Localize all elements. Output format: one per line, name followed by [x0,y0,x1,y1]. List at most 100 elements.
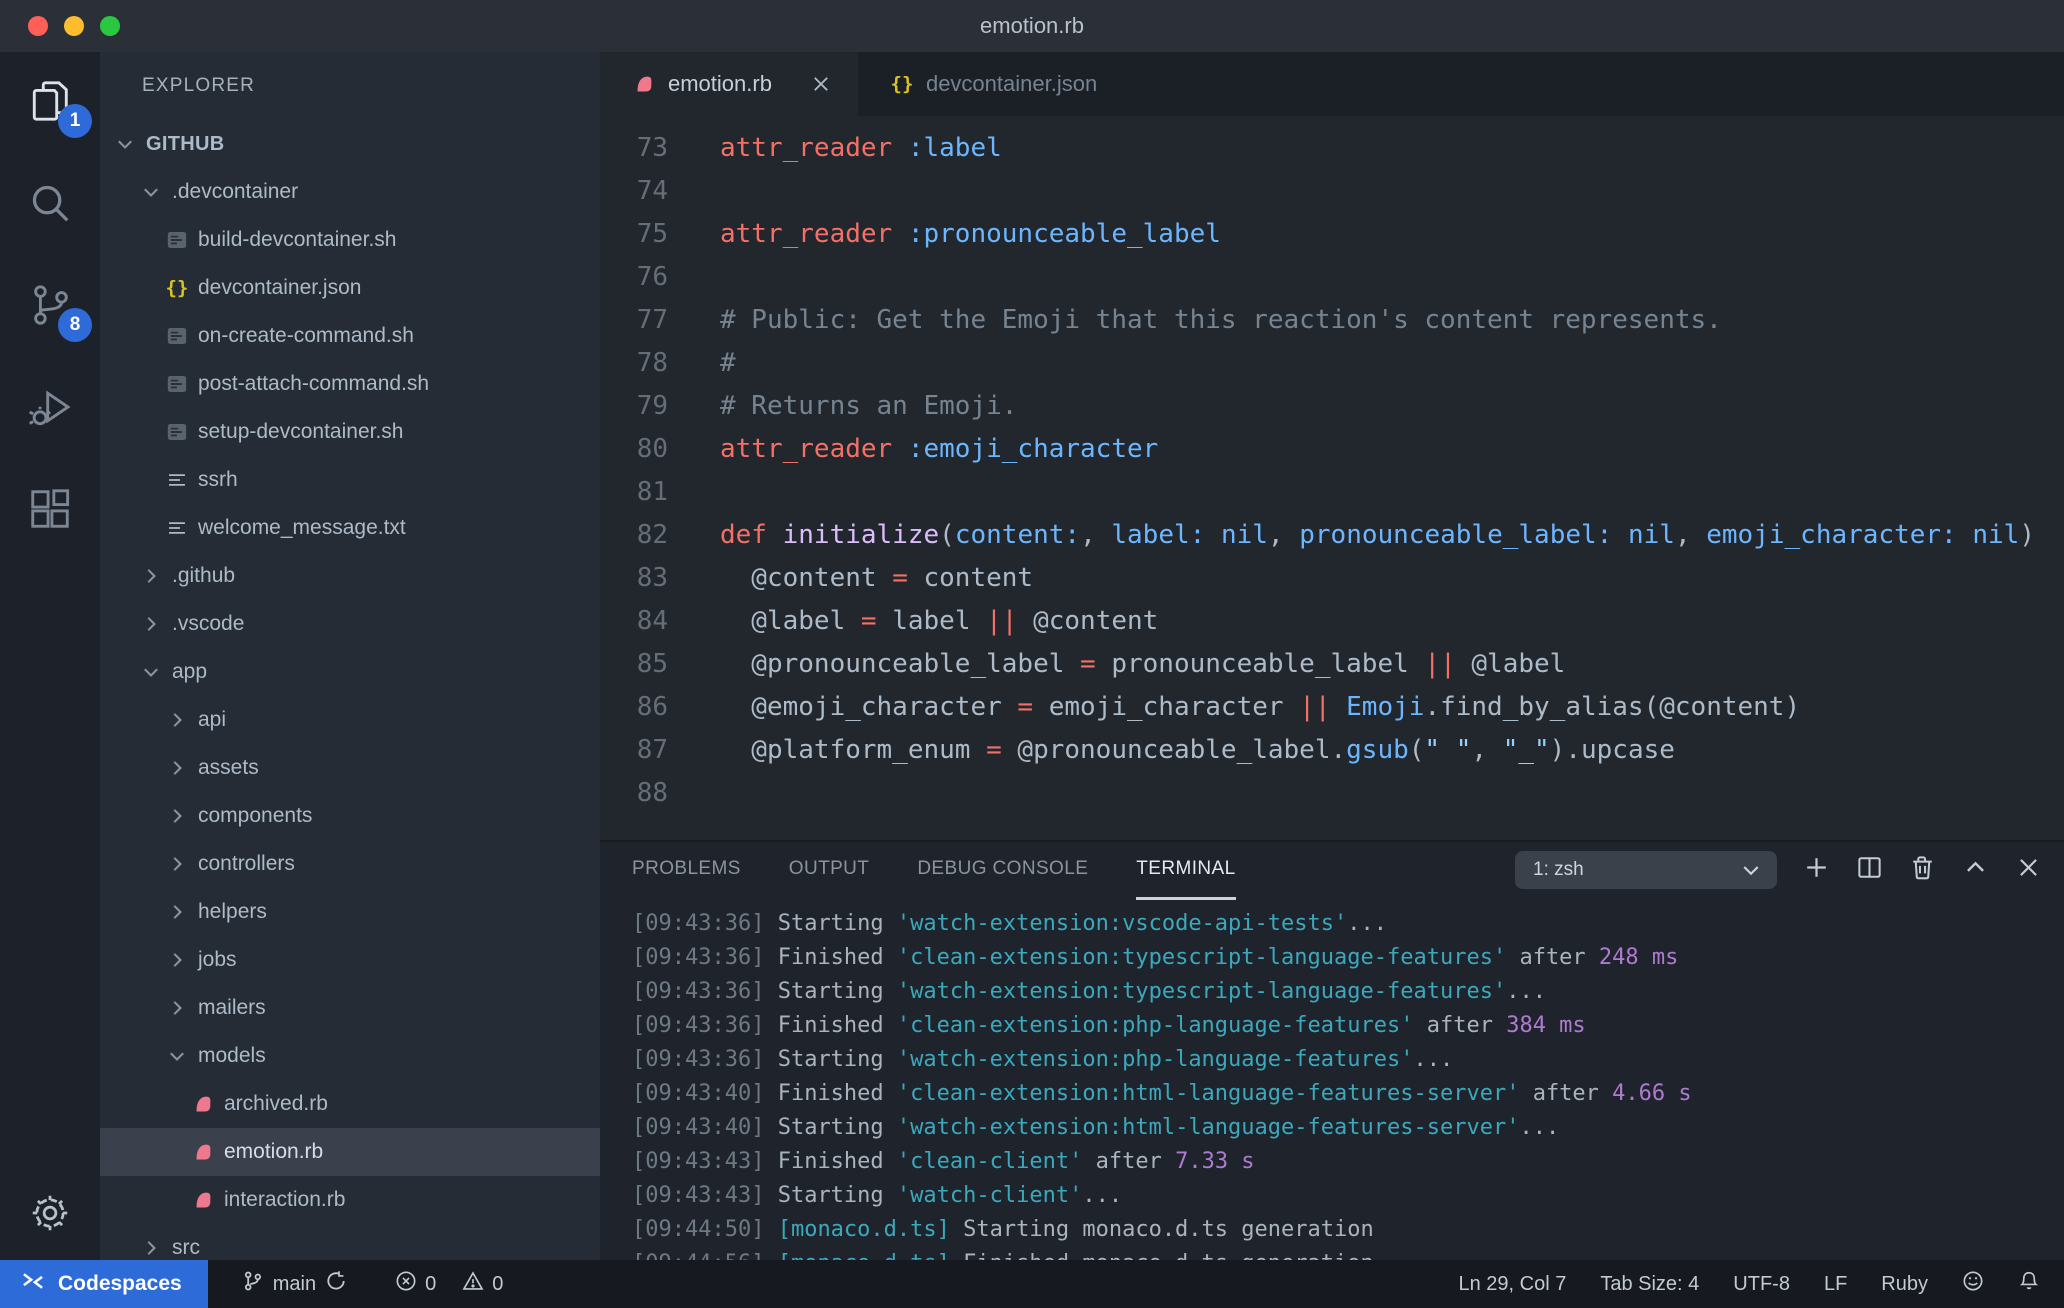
tab-size-indicator[interactable]: Tab Size: 4 [1600,1273,1699,1296]
chevron-down-icon [138,659,164,685]
tree-item-devcontainer-json[interactable]: {} devcontainer.json [100,264,600,312]
tree-item-ssrh[interactable]: ssrh [100,456,600,504]
tree-item-components[interactable]: components [100,792,600,840]
line-number: 85 [636,648,668,679]
tab-output[interactable]: OUTPUT [789,841,870,900]
line-number: 81 [636,476,668,507]
chevron-right-icon [164,995,190,1021]
editor-area: emotion.rb {} devcontainer.json 73 attr_r… [600,52,2064,1260]
trash-icon [1909,854,1936,886]
run-debug-activity-button[interactable] [0,358,100,460]
tab-emotion-rb[interactable]: emotion.rb [600,52,858,116]
code-text: attr_reader :emoji_character [720,433,1159,464]
minimize-window-button[interactable] [64,16,84,36]
tree-item-helpers[interactable]: helpers [100,888,600,936]
tree-item-label: app [172,660,208,683]
extensions-activity-button[interactable] [0,460,100,562]
terminal-line: [09:43:40] Starting 'watch-extension:htm… [632,1114,1560,1140]
tree-item-archived-rb[interactable]: archived.rb [100,1080,600,1128]
branch-name: main [272,1272,317,1295]
chevron-down-icon [164,1043,190,1069]
error-count: 0 [425,1272,437,1295]
feedback-smiley-button[interactable] [1962,1270,1984,1298]
settings-button[interactable] [0,1170,100,1260]
close-tab-icon[interactable] [810,73,832,95]
sync-icon[interactable] [325,1270,347,1298]
code-line: 77 # Public: Get the Emoji that this reac… [600,298,2064,341]
new-terminal-button[interactable] [1803,854,1830,886]
maximize-panel-button[interactable] [1962,854,1989,886]
code-line: 80 attr_reader :emoji_character [600,427,2064,470]
tree-item-label: assets [198,756,259,779]
split-icon [1856,854,1883,886]
line-number: 74 [636,175,668,206]
tree-item-label: devcontainer.json [198,276,362,299]
tree-item-src[interactable]: src [100,1224,600,1260]
tree-item-build-devcontainer-sh[interactable]: build-devcontainer.sh [100,216,600,264]
tree-item--github[interactable]: .github [100,552,600,600]
codespaces-remote-button[interactable]: Codespaces [0,1260,208,1308]
notifications-bell-button[interactable] [2018,1270,2040,1298]
search-activity-button[interactable] [0,154,100,256]
zoom-window-button[interactable] [100,16,120,36]
tab-devcontainer-json[interactable]: {} devcontainer.json [858,52,1123,116]
terminal-output[interactable]: [09:43:36] Starting 'watch-extension:vsc… [600,898,2064,1261]
code-text: attr_reader :pronounceable_label [720,218,1221,249]
chevron-right-icon [138,1235,164,1260]
explorer-activity-button[interactable]: 1 [0,52,100,154]
tree-item-setup-devcontainer-sh[interactable]: setup-devcontainer.sh [100,408,600,456]
split-terminal-button[interactable] [1856,854,1883,886]
sh-file-icon [164,419,190,445]
code-line: 83 @content = content [600,556,2064,599]
problems-indicator[interactable]: 0 0 [395,1270,503,1298]
tab-terminal[interactable]: TERMINAL [1136,841,1236,900]
kill-terminal-button[interactable] [1909,854,1936,886]
close-panel-button[interactable] [2015,854,2042,886]
line-number: 87 [636,734,668,765]
chevron-right-icon [164,851,190,877]
terminal-selector-dropdown[interactable]: 1: zsh [1515,851,1777,889]
source-control-activity-button[interactable]: 8 [0,256,100,358]
tree-item--vscode[interactable]: .vscode [100,600,600,648]
tab-problems[interactable]: PROBLEMS [632,841,741,900]
terminal-line: [09:44:56] [monaco.d.ts] Finished monaco… [632,1246,2064,1261]
tree-item-mailers[interactable]: mailers [100,984,600,1032]
language-indicator[interactable]: Ruby [1881,1273,1928,1296]
line-number: 86 [636,691,668,722]
tree-item-label: on-create-command.sh [198,324,414,347]
tree-item-label: ssrh [198,468,238,491]
tree-item-api[interactable]: api [100,696,600,744]
ruby-icon [190,1091,216,1117]
tree-item-post-attach-command-sh[interactable]: post-attach-command.sh [100,360,600,408]
encoding-indicator[interactable]: UTF-8 [1733,1273,1790,1296]
tree-item-jobs[interactable]: jobs [100,936,600,984]
tree-item-label: build-devcontainer.sh [198,228,397,251]
code-line: 86 @emoji_character = emoji_character ||… [600,685,2064,728]
eol-indicator[interactable]: LF [1824,1273,1847,1296]
smiley-icon [1962,1270,1984,1298]
tree-item-interaction-rb[interactable]: interaction.rb [100,1176,600,1224]
tree-item-on-create-command-sh[interactable]: on-create-command.sh [100,312,600,360]
tree-item-label: api [198,708,227,731]
tree-item-models[interactable]: models [100,1032,600,1080]
tree-item--devcontainer[interactable]: .devcontainer [100,168,600,216]
tree-item-app[interactable]: app [100,648,600,696]
tree-item-label: jobs [198,948,237,971]
chevron-right-icon [164,803,190,829]
cursor-position[interactable]: Ln 29, Col 7 [1458,1273,1566,1296]
explorer-sidebar: EXPLORER GITHUB .devcontainer build-devcon… [100,52,600,1260]
status-bar: Codespaces main 0 0 Ln 29, Col 7 Tab Siz… [0,1260,2064,1308]
tree-item-emotion-rb[interactable]: emotion.rb [100,1128,600,1176]
tree-item-github[interactable]: GITHUB [100,120,600,168]
line-number: 84 [636,605,668,636]
tree-item-controllers[interactable]: controllers [100,840,600,888]
line-number: 88 [636,777,668,808]
line-number: 80 [636,433,668,464]
tree-item-assets[interactable]: assets [100,744,600,792]
tab-debug-console[interactable]: DEBUG CONSOLE [917,841,1088,900]
tree-item-welcome-message-txt[interactable]: welcome_message.txt [100,504,600,552]
close-window-button[interactable] [28,16,48,36]
branch-indicator[interactable]: main [242,1270,347,1298]
code-editor[interactable]: 73 attr_reader :label 74 75 attr_reader :pro… [600,116,2064,840]
tree-item-label: emotion.rb [224,1140,324,1163]
